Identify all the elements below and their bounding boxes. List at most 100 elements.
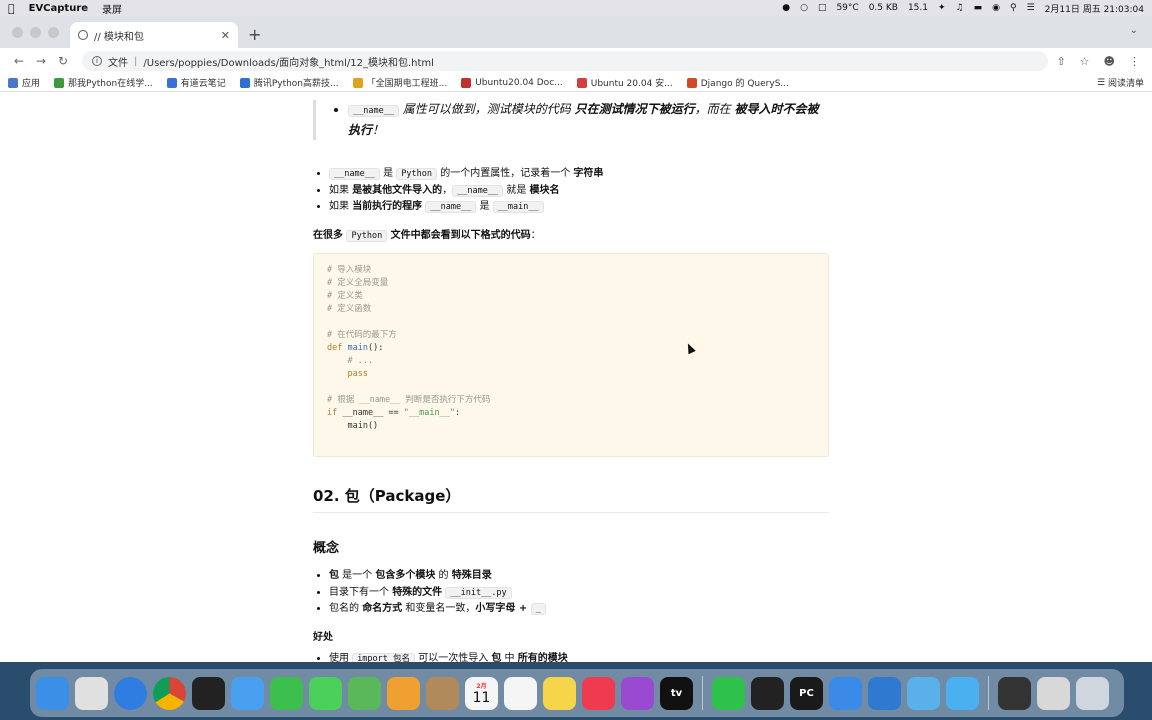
dock: 2月 11 tv PC: [30, 669, 1124, 717]
bookmark-item[interactable]: 「全国期电工程班...: [352, 76, 448, 89]
reminders-icon[interactable]: [504, 676, 537, 710]
code-line: pass: [327, 369, 368, 379]
app-name-menu[interactable]: EVCapture: [29, 3, 88, 14]
text: 使用: [329, 653, 353, 662]
reading-list-label: 阅读清单: [1107, 79, 1144, 89]
record-menu[interactable]: 录屏: [102, 1, 122, 16]
qqchat-icon[interactable]: [946, 676, 979, 710]
facetime-icon[interactable]: [270, 676, 303, 710]
close-window-button[interactable]: [12, 27, 23, 38]
bold-text: 字符串: [573, 168, 604, 179]
safari-icon[interactable]: [114, 676, 147, 710]
bookmark-favicon-icon: [686, 77, 697, 88]
bold-text: 当前执行的程序: [352, 201, 423, 212]
status-area: ● ○ □ 59°C 0.5 KB 15.1 ✦ ♫ ▬ ◉ ⚲ ☰ 2月11日…: [782, 2, 1144, 15]
clock[interactable]: 2月11日 周五 21:03:04: [1045, 2, 1144, 15]
podcasts-icon[interactable]: [621, 676, 654, 710]
chrome-icon[interactable]: [153, 676, 186, 710]
qq-status-icon[interactable]: ●: [782, 3, 790, 13]
notes-icon[interactable]: [543, 676, 576, 710]
cpu-temp[interactable]: 59°C: [836, 3, 858, 13]
forward-arrow-icon[interactable]: →: [30, 54, 52, 68]
baidu-status-icon[interactable]: ○: [800, 3, 808, 13]
bookmark-item[interactable]: 有道云笔记: [166, 76, 226, 89]
bookmark-item[interactable]: 腾讯Python高薪技...: [239, 76, 339, 89]
bluetooth-icon[interactable]: ✦: [938, 3, 946, 13]
globe-icon: [78, 30, 88, 40]
code-line: # ...: [327, 356, 374, 366]
wechat-icon[interactable]: [712, 676, 745, 710]
terminal-icon[interactable]: [192, 676, 225, 710]
inline-code: __name__: [329, 168, 380, 180]
close-tab-icon[interactable]: ✕: [221, 29, 230, 42]
menu-bar:  EVCapture 录屏 ● ○ □ 59°C 0.5 KB 15.1 ✦ …: [0, 0, 1152, 16]
tab-active[interactable]: // 模块和包 ✕: [70, 22, 238, 48]
inline-code: import 包名: [352, 653, 416, 662]
tab-search-chevron-icon[interactable]: ⌄: [1130, 25, 1138, 36]
reading-list-button[interactable]: ☰ 阅读清单: [1097, 76, 1144, 90]
wifi-icon[interactable]: ◉: [992, 3, 1000, 13]
preview-thumbnail-icon[interactable]: [1037, 676, 1070, 710]
apple-icon[interactable]: : [8, 2, 15, 15]
bookmark-label: 那我Python在线学...: [68, 79, 153, 89]
list-item: 包 是一个 包含多个模块 的 特殊目录: [329, 568, 546, 585]
share-icon[interactable]: ⇧: [1056, 55, 1065, 68]
bookmark-label: 「全国期电工程班...: [366, 79, 448, 89]
profile-icon[interactable]: ☻: [1104, 55, 1115, 68]
maps-icon[interactable]: [348, 676, 381, 710]
minimize-window-button[interactable]: [30, 27, 41, 38]
address-path[interactable]: /Users/poppies/Downloads/面向对象_html/12_模块…: [143, 54, 434, 69]
battery-icon[interactable]: ▬: [974, 3, 983, 13]
page-content[interactable]: __name__ 属性可以做到，测试模块的代码 只在测试情况下被运行，而在 被导…: [0, 92, 1152, 662]
finder-icon[interactable]: [36, 676, 69, 710]
text: 可以一次性导入: [415, 653, 492, 662]
calendar-month: 2月: [476, 682, 487, 690]
pycharm-icon[interactable]: PC: [790, 676, 823, 710]
zoom-window-button[interactable]: [48, 27, 59, 38]
photos-icon[interactable]: [387, 676, 420, 710]
mail-icon[interactable]: [231, 676, 264, 710]
text: 是: [476, 201, 493, 212]
text: 包名的: [329, 603, 363, 614]
search-icon[interactable]: ⚲: [1010, 3, 1017, 13]
bookmark-item[interactable]: 应用: [8, 76, 40, 89]
contacts-icon[interactable]: [426, 676, 459, 710]
bookmark-item[interactable]: Django 的 QueryS...: [686, 76, 789, 89]
qq-icon[interactable]: [751, 676, 784, 710]
bookmarks-bar: 应用 那我Python在线学... 有道云笔记 腾讯Python高薪技... 「全国期电…: [0, 74, 1152, 92]
control-center-icon[interactable]: ☰: [1027, 3, 1035, 13]
screen-thumbnail-icon[interactable]: [998, 676, 1031, 710]
bold-text: 小写字母 +: [475, 603, 531, 614]
back-arrow-icon[interactable]: ←: [8, 54, 30, 68]
toolbar-actions: ⇧ ☆ ☻ ⋮: [1056, 55, 1144, 68]
net-speed[interactable]: 0.5 KB: [869, 3, 898, 13]
bookmark-star-icon[interactable]: ☆: [1080, 55, 1090, 68]
cpu-usage[interactable]: 15.1: [908, 3, 928, 13]
music-icon[interactable]: [582, 676, 615, 710]
bookmark-label: Django 的 QueryS...: [700, 79, 789, 89]
text: ：: [530, 230, 541, 241]
info-icon[interactable]: i: [92, 56, 102, 66]
bold-text: 所有的模块: [517, 653, 568, 662]
baidunetdisk-icon[interactable]: [829, 676, 862, 710]
reload-icon[interactable]: ↻: [52, 54, 74, 68]
new-tab-button[interactable]: +: [248, 25, 261, 44]
chat-status-icon[interactable]: □: [818, 3, 827, 13]
launchpad-icon[interactable]: [75, 676, 108, 710]
messages-icon[interactable]: [309, 676, 342, 710]
inline-code: __name__: [348, 105, 399, 117]
address-bar[interactable]: i 文件 | /Users/poppies/Downloads/面向对象_htm…: [82, 51, 1049, 71]
volume-icon[interactable]: ♫: [956, 3, 964, 13]
code-block[interactable]: # 导入模块 # 定义全局变量 # 定义类 # 定义函数 # 在代码的最下方 d…: [313, 253, 829, 457]
bookmark-item[interactable]: Ubuntu 20.04 安...: [576, 76, 673, 89]
evcapture-icon[interactable]: [907, 676, 940, 710]
bookmark-item[interactable]: 那我Python在线学...: [54, 76, 153, 89]
bookmark-item[interactable]: Ubuntu20.04 Doc...: [461, 77, 563, 88]
bold-text: 特殊的文件: [392, 586, 443, 598]
tv-icon[interactable]: tv: [660, 676, 693, 710]
trash-icon[interactable]: [1076, 676, 1109, 710]
more-menu-icon[interactable]: ⋮: [1129, 55, 1140, 68]
vscode-icon[interactable]: [868, 676, 901, 710]
calendar-icon[interactable]: 2月 11: [465, 676, 498, 710]
